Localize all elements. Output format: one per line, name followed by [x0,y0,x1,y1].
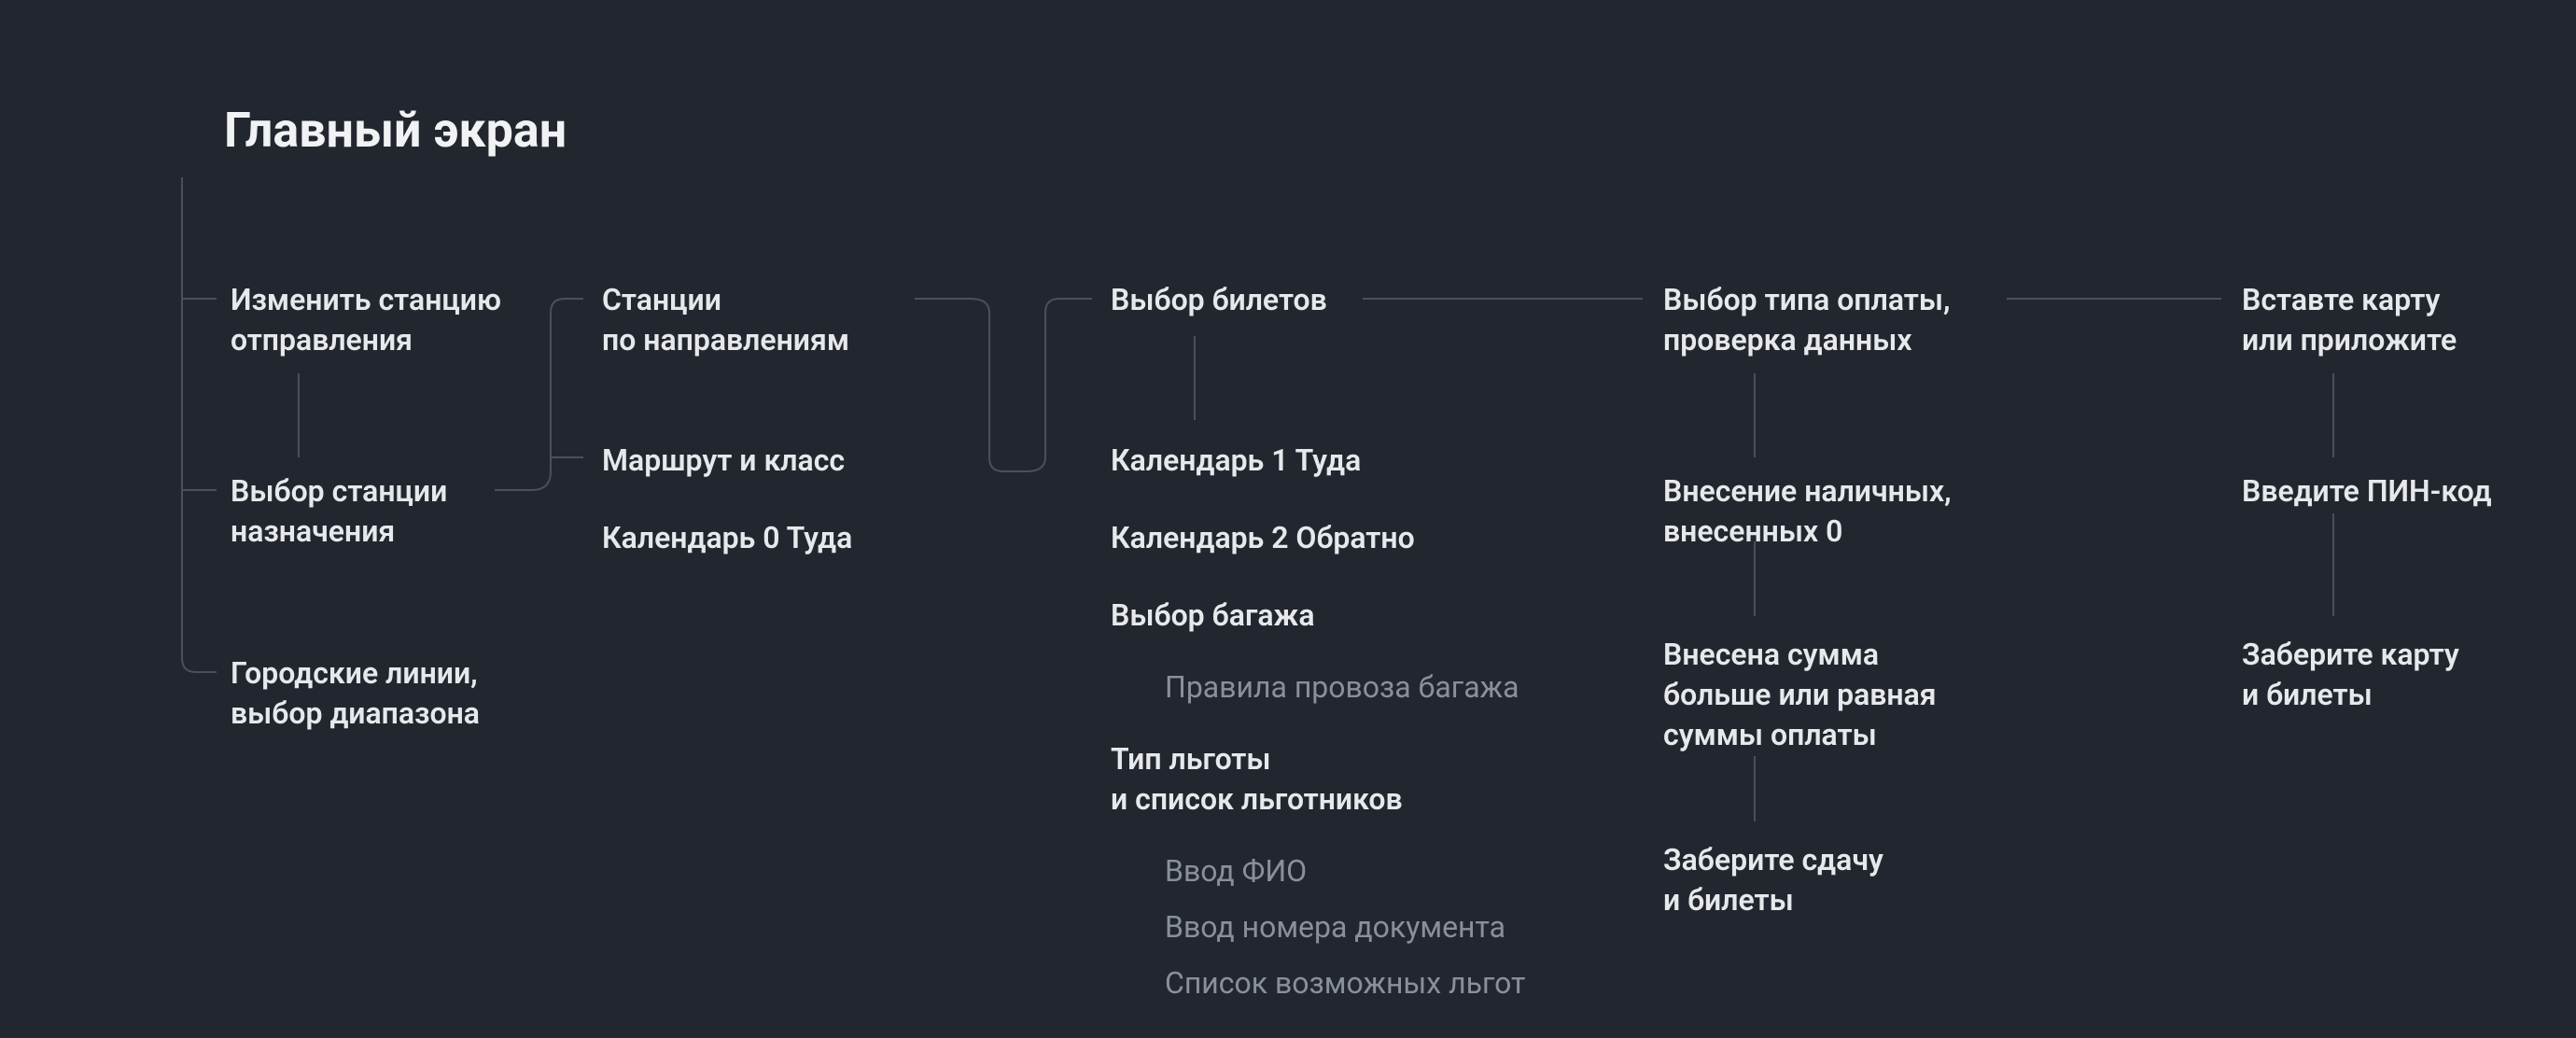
node-insert-card: Вставте карту или приложите [2242,280,2457,360]
node-enter-pin: Введите ПИН-код [2242,471,2492,512]
node-take-card: Заберите карту и билеты [2242,635,2459,715]
node-stations-by-direction: Станции по направлениям [602,280,849,360]
node-calendar-2: Календарь 2 Обратно [1111,518,1415,558]
node-take-change: Заберите сдачу и билеты [1663,840,1883,920]
node-calendar-0: Календарь 0 Туда [602,518,852,558]
node-calendar-1: Календарь 1 Туда [1111,441,1361,481]
node-ticket-selection: Выбор билетов [1111,280,1327,320]
node-select-destination: Выбор станции назначения [231,471,447,552]
node-luggage-rules: Правила провоза багажа [1165,667,1519,708]
node-benefits-list: Список возможных льгот [1165,963,1525,1003]
node-city-lines: Городские линии, выбор диапазона [231,653,480,734]
node-change-station: Изменить станцию отправления [231,280,501,360]
node-enter-fio: Ввод ФИО [1165,851,1307,891]
node-route-class: Маршрут и класс [602,441,845,481]
node-cash-input: Внесение наличных, внесенных 0 [1663,471,1952,552]
page-title: Главный экран [224,98,567,163]
node-luggage: Выбор багажа [1111,596,1315,636]
node-amount-enough: Внесена сумма больше или равная суммы оп… [1663,635,1937,756]
node-benefit-type: Тип льготы и список льготников [1111,739,1403,820]
node-payment-type: Выбор типа оплаты, проверка данных [1663,280,1951,360]
node-enter-doc-number: Ввод номера документа [1165,907,1505,947]
